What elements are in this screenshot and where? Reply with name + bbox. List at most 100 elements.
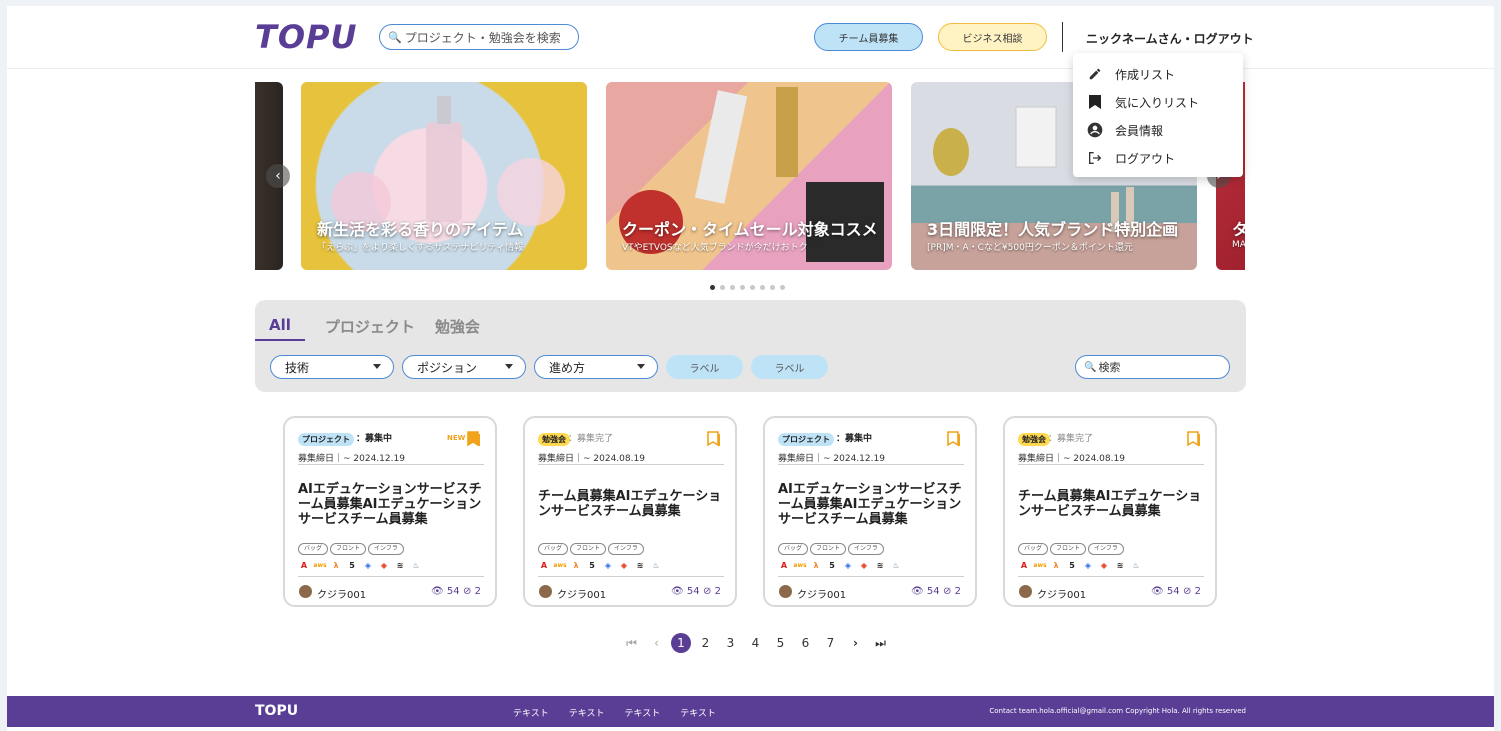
status-text: ：募集中 <box>356 434 393 444</box>
carousel-dot[interactable] <box>710 285 715 290</box>
author-name: クジラ001 <box>317 590 367 601</box>
java-icon: ♨ <box>892 560 900 570</box>
tech-select[interactable]: 技術 <box>270 355 394 379</box>
recruit-button[interactable]: チーム員募集 <box>814 23 923 51</box>
category-tabs: All プロジェクト 勉強会 <box>255 316 500 341</box>
lambda-icon: λ <box>573 560 579 570</box>
eye-icon: 👁 <box>671 586 684 597</box>
type-badge: プロジェクト <box>778 433 834 446</box>
carousel-dot[interactable] <box>770 285 775 290</box>
tab-project[interactable]: プロジェクト <box>325 316 415 341</box>
menu-item-created-list[interactable]: 作成リスト <box>1073 60 1243 88</box>
menu-item-label: 会員情報 <box>1115 123 1164 138</box>
layers-icon: ≋ <box>636 560 644 570</box>
carousel-prev-button[interactable]: ‹ <box>266 164 290 188</box>
tag-chip: バッグ <box>778 543 809 555</box>
card-divider <box>1018 576 1204 577</box>
post-card[interactable]: プロジェクト ：募集中 NEW 募集締日｜~ 2024.12.19 AIエデュケーション… <box>283 416 497 607</box>
footer-link[interactable]: テキスト <box>624 706 660 719</box>
angular-icon: A <box>780 560 788 570</box>
avatar <box>539 585 552 598</box>
tag-list: バッグ フロント インフラ <box>1018 543 1124 555</box>
label-filter-chip[interactable]: ラベル <box>751 355 828 379</box>
like-count: ⊘ 2 <box>463 586 481 597</box>
tab-study[interactable]: 勉強会 <box>435 316 480 341</box>
menu-item-logout[interactable]: ログアウト <box>1073 144 1243 172</box>
post-card[interactable]: 勉強会 ：募集完了 募集締日｜~ 2024.08.19 チーム員募集AIエデュケーショ… <box>523 416 737 607</box>
avatar <box>1019 585 1032 598</box>
page-number[interactable]: 5 <box>768 636 793 650</box>
footer-logo[interactable]: TOPU <box>255 703 298 719</box>
footer-link[interactable]: テキスト <box>569 706 605 719</box>
layers-icon: ≋ <box>396 560 404 570</box>
type-badge: 勉強会 <box>1018 433 1050 446</box>
view-count: 👁 54 <box>431 586 460 597</box>
tab-all[interactable]: All <box>255 316 305 341</box>
first-page-icon[interactable]: ⏮ <box>619 636 644 651</box>
page-number[interactable]: 6 <box>793 636 818 650</box>
page-number[interactable]: 3 <box>718 636 743 650</box>
filter-search-input[interactable]: 🔍 検索 <box>1075 355 1230 379</box>
css-icon: ◈ <box>1084 560 1092 570</box>
next-page-icon[interactable]: › <box>843 636 868 650</box>
carousel-dot[interactable] <box>750 285 755 290</box>
tag-list: バッグ フロント インフラ <box>778 543 884 555</box>
bookmark-icon[interactable] <box>467 431 481 451</box>
carousel-slide[interactable]: 新生活を彩る香りのアイテム 「えらぶ」をより楽しくするサステナビリティ情報 <box>301 82 587 270</box>
last-page-icon[interactable]: ⏭ <box>868 636 893 651</box>
method-select[interactable]: 進め方 <box>534 355 658 379</box>
menu-item-label: 作成リスト <box>1115 67 1176 82</box>
page-number-current[interactable]: 1 <box>671 633 691 653</box>
view-count-value: 54 <box>1166 586 1180 597</box>
git-icon: ◆ <box>620 560 628 570</box>
caret-down-icon <box>637 364 645 369</box>
site-logo[interactable]: TOPU <box>255 18 357 56</box>
bookmark-icon[interactable] <box>947 431 961 451</box>
card-divider <box>778 464 964 465</box>
bookmark-icon[interactable] <box>707 431 721 451</box>
tag-chip: インフラ <box>1088 543 1124 555</box>
carousel-dots <box>710 285 785 290</box>
bookmark-icon[interactable] <box>1187 431 1201 451</box>
carousel-dot[interactable] <box>780 285 785 290</box>
carousel-dot[interactable] <box>740 285 745 290</box>
carousel-dot[interactable] <box>730 285 735 290</box>
footer-link[interactable]: テキスト <box>680 706 716 719</box>
post-card[interactable]: プロジェクト ：募集中 募集締日｜~ 2024.12.19 AIエデュケーションサービ… <box>763 416 977 607</box>
tag-chip: バッグ <box>1018 543 1049 555</box>
like-count: ⊘ 2 <box>703 586 721 597</box>
user-menu-link[interactable]: ニックネームさん・ログアウト <box>1086 30 1254 47</box>
position-select[interactable]: ポジション <box>402 355 526 379</box>
page-number[interactable]: 7 <box>818 636 843 650</box>
like-count-value: 2 <box>714 586 721 597</box>
slide-subtitle: 「えらぶ」をより楽しくするサステナビリティ情報 <box>317 243 524 253</box>
menu-item-member-info[interactable]: 会員情報 <box>1073 116 1243 144</box>
css-icon: ◈ <box>604 560 612 570</box>
carousel-dot[interactable] <box>720 285 725 290</box>
check-circle-icon: ⊘ <box>463 586 472 597</box>
author-name: クジラ001 <box>1037 590 1087 601</box>
carousel-dot[interactable] <box>760 285 765 290</box>
user-dropdown-menu: 作成リスト 気に入りリスト 会員情報 ログアウト <box>1073 53 1243 177</box>
header-search-input[interactable]: 🔍 プロジェクト・勉強会を検索 <box>379 24 579 50</box>
filter-search-placeholder: 検索 <box>1098 361 1121 374</box>
post-card[interactable]: 勉強会 ：募集完了 募集締日｜~ 2024.08.19 チーム員募集AIエデュケーショ… <box>1003 416 1217 607</box>
git-icon: ◆ <box>860 560 868 570</box>
tag-chip: インフラ <box>848 543 884 555</box>
carousel-slide[interactable]: クーポン・タイムセール対象コスメ VTやETVOSなど人気ブランドが今だけおトク <box>606 82 892 270</box>
html5-icon: 5 <box>349 560 355 570</box>
page-number[interactable]: 4 <box>743 636 768 650</box>
prev-page-icon[interactable]: ‹ <box>644 636 669 650</box>
card-divider <box>298 576 484 577</box>
slide-title: クーポン・タイムセール対象コスメ <box>622 220 878 239</box>
business-consult-button[interactable]: ビジネス相談 <box>938 23 1047 51</box>
label-filter-chip[interactable]: ラベル <box>666 355 743 379</box>
css-icon: ◈ <box>364 560 372 570</box>
page-number[interactable]: 2 <box>693 636 718 650</box>
site-header: TOPU 🔍 プロジェクト・勉強会を検索 チーム員募集 ビジネス相談 ニックネー… <box>7 6 1494 69</box>
status-text: ：募集完了 <box>1048 434 1094 444</box>
view-count: 👁 54 <box>671 586 700 597</box>
footer-link[interactable]: テキスト <box>513 706 549 719</box>
menu-item-favorites[interactable]: 気に入りリスト <box>1073 88 1243 116</box>
check-circle-icon: ⊘ <box>943 586 952 597</box>
